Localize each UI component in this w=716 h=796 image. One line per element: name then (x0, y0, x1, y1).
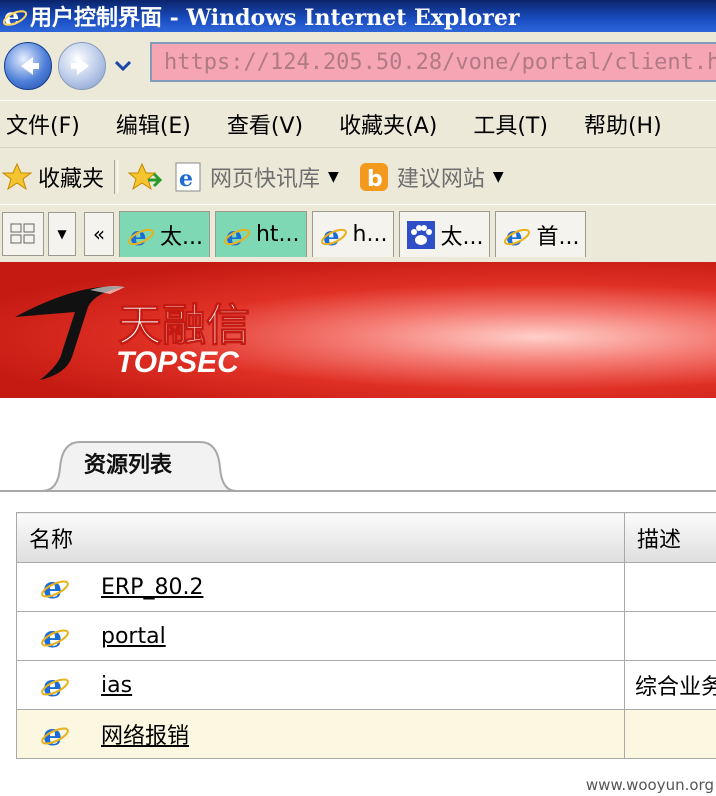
url-text: https://124.205.50.28/vone/portal/client… (164, 49, 716, 75)
menu-edit[interactable]: 编辑(E) (116, 108, 191, 140)
svg-text:天融信: 天融信 (118, 300, 250, 351)
favorites-button[interactable]: 收藏夹 (2, 161, 104, 193)
chevron-down-icon: ▼ (492, 168, 504, 185)
watermark: www.wooyun.org (585, 776, 714, 794)
desc-cell: 综合业务 (624, 660, 716, 710)
address-bar[interactable]: e https://124.205.50.28/vone/portal/clie… (150, 42, 716, 82)
forward-button[interactable] (58, 42, 106, 90)
scroll-tabs-left-button[interactable]: « (84, 212, 114, 256)
svg-text:TOPSEC: TOPSEC (116, 346, 240, 379)
ie-icon: e (41, 620, 69, 652)
quick-tabs-button[interactable] (2, 212, 44, 256)
table-row: e 网络报销 (16, 709, 716, 759)
back-arrow-icon (21, 57, 39, 75)
ie-icon: e (41, 718, 69, 750)
tab-title: ht... (255, 222, 300, 247)
suggested-sites-button[interactable]: b 建议网站 ▼ (359, 161, 504, 193)
tab-list-button[interactable]: ▼ (48, 212, 76, 256)
tab-3[interactable]: e h... (311, 211, 395, 257)
table-header-row: 名称 描述 (16, 512, 716, 563)
ie-logo-icon: e (2, 3, 28, 29)
resource-link[interactable]: ERP_80.2 (101, 575, 203, 600)
resource-link[interactable]: portal (101, 624, 166, 649)
svg-text:e: e (43, 620, 62, 652)
resource-table: 名称 描述 e ERP_80.2 e portal e ias 综合业务 e 网… (16, 512, 716, 759)
tab-2[interactable]: e ht... (214, 211, 307, 257)
ie-icon: e (504, 222, 531, 250)
chevron-down-icon: ▼ (57, 227, 67, 241)
tab-bar: ▼ « e 太... e ht... e h... 太... e 首... (0, 204, 716, 263)
menu-help[interactable]: 帮助(H) (584, 108, 662, 140)
chevron-down-icon: ▼ (328, 168, 339, 185)
tab-1[interactable]: e 太... (119, 211, 210, 257)
chevron-down-icon (115, 61, 131, 71)
resource-entry: e ERP_80.2 (17, 571, 624, 603)
grid-icon (10, 223, 35, 244)
menu-view[interactable]: 查看(V) (227, 108, 303, 140)
svg-text:e: e (179, 166, 193, 192)
ie-icon: e (320, 222, 347, 250)
name-cell: e ias (16, 660, 625, 710)
table-row: e portal (16, 611, 716, 661)
tab-4[interactable]: 太... (399, 211, 491, 257)
forward-arrow-icon (71, 57, 89, 75)
window-title-bar: e 用户控制界面 - Windows Internet Explorer (0, 0, 716, 32)
name-cell: e ERP_80.2 (16, 562, 625, 612)
tab-title: 首... (536, 224, 580, 250)
col-header-name: 名称 (16, 512, 625, 563)
resource-entry: e ias (17, 669, 624, 701)
favorites-label: 收藏夹 (38, 166, 105, 192)
double-chevron-left-icon: « (92, 222, 106, 246)
svg-text:e: e (43, 718, 62, 750)
menu-tools[interactable]: 工具(T) (473, 108, 548, 140)
ie-icon: e (224, 222, 250, 250)
tab-5[interactable]: e 首... (495, 211, 587, 257)
col-header-desc: 描述 (624, 512, 716, 563)
svg-text:e: e (43, 571, 62, 603)
resource-link[interactable]: ias (101, 673, 132, 698)
web-slice-gallery-button[interactable]: e 网页快讯库 ▼ (174, 161, 339, 193)
add-favorite-icon[interactable] (128, 162, 163, 192)
resource-entry: e portal (17, 620, 624, 652)
toolbar-separator (114, 159, 119, 194)
ie-icon: e (41, 669, 69, 701)
navigation-bar: e https://124.205.50.28/vone/portal/clie… (0, 32, 716, 100)
name-cell: e portal (16, 611, 625, 661)
topsec-banner: 天融信 TOPSEC (0, 262, 716, 398)
resource-link[interactable]: 网络报销 (101, 718, 189, 750)
suggested-sites-label: 建议网站 (396, 166, 485, 192)
favorites-bar: 收藏夹 e 网页快讯库 ▼ b 建议网站 ▼ (0, 147, 716, 205)
resource-list-tab[interactable]: 资源列表 (40, 438, 238, 493)
menu-bar: 文件(F) 编辑(E) 查看(V) 收藏夹(A) 工具(T) 帮助(H) (0, 100, 716, 147)
svg-text:e: e (43, 669, 62, 701)
tab-underline (0, 490, 716, 492)
ie-page-icon: e (175, 162, 201, 192)
tab-title: h... (352, 222, 388, 247)
table-row: e ias 综合业务 (16, 660, 716, 710)
recent-pages-dropdown[interactable] (112, 55, 134, 77)
name-cell: e 网络报销 (16, 709, 625, 759)
web-slice-label: 网页快讯库 (210, 166, 321, 192)
desc-cell (624, 709, 716, 759)
star-icon (2, 162, 32, 190)
svg-text:b: b (367, 167, 383, 192)
ie-icon: e (41, 571, 69, 603)
tab-title: 太... (160, 224, 203, 250)
bing-icon: b (359, 162, 388, 192)
topsec-logo: 天融信 TOPSEC (15, 286, 251, 380)
table-row: e ERP_80.2 (16, 562, 716, 612)
baidu-paw-icon (407, 220, 436, 249)
ie-icon: e (128, 222, 154, 250)
window-title: 用户控制界面 - Windows Internet Explorer (30, 5, 520, 31)
desc-cell (624, 562, 716, 612)
tab-title: 太... (440, 224, 484, 250)
back-button[interactable] (4, 42, 52, 90)
resource-entry: e 网络报销 (17, 718, 624, 750)
desc-cell (624, 611, 716, 661)
menu-file[interactable]: 文件(F) (6, 108, 80, 140)
menu-favorites[interactable]: 收藏夹(A) (339, 108, 437, 140)
resource-list-tab-label: 资源列表 (84, 453, 173, 478)
